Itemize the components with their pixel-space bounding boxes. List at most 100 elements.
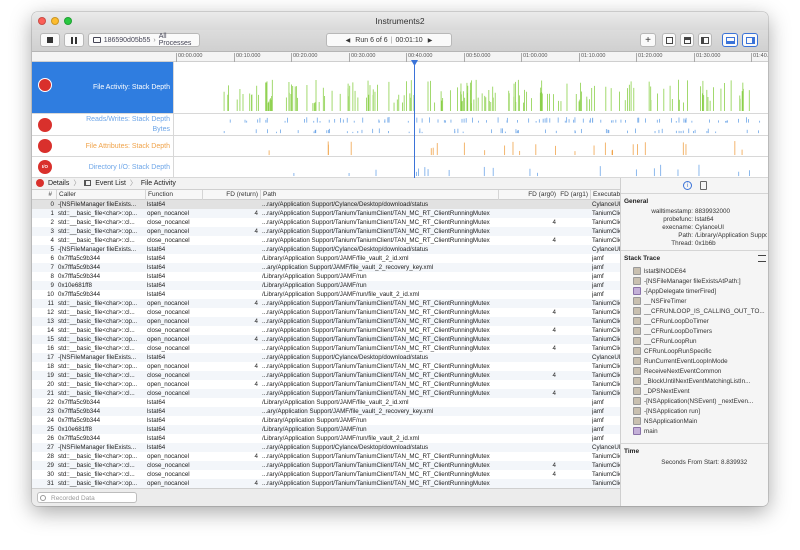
document-icon[interactable] [700, 181, 707, 190]
table-row[interactable]: 5 -[NSFileManager fileExists... lstat64...… [32, 245, 620, 254]
stack-frame[interactable]: -[NSFileManager fileExistsAtPath:] [633, 277, 767, 287]
table-row[interactable]: 22 0x7fffa5c9b344 lstat64/Library/Applicat… [32, 398, 620, 407]
table-row[interactable]: 3 std::__basic_file<char>::op... open_noca… [32, 227, 620, 236]
stop-button[interactable] [40, 33, 60, 47]
minimize-window-button[interactable] [51, 17, 59, 25]
pause-button[interactable] [64, 33, 84, 47]
track-header[interactable]: Reads/Writes: Stack Depth Bytes [32, 114, 174, 135]
nav-event-list[interactable]: Event List [95, 180, 126, 187]
table-row[interactable]: 10 0x7fffa5c9b344 lstat64/Library/Applicat… [32, 290, 620, 299]
track-header[interactable]: File Attributes: Stack Depth [32, 136, 174, 156]
table-row[interactable]: 27 -[NSFileManager fileExists... lstat64..… [32, 443, 620, 452]
table-row[interactable]: 8 0x7fffa5c9b344 lstat64/Library/Applicati… [32, 272, 620, 281]
strategy-button[interactable] [680, 33, 694, 47]
table-row[interactable]: 19 std::__basic_file<char>::cl... close_no… [32, 371, 620, 380]
table-row[interactable]: 24 0x7fffa5c9b344 lstat64/Library/Applicat… [32, 416, 620, 425]
zoom-window-button[interactable] [64, 17, 72, 25]
field-key: Thread: [671, 240, 693, 247]
table-row[interactable]: 4 std::__basic_file<char>::cl... close_noc… [32, 236, 620, 245]
next-run-icon[interactable]: ▶ [428, 37, 433, 44]
nav-details[interactable]: Details [48, 180, 69, 187]
directory-io-graph[interactable] [174, 157, 768, 177]
toggle-detail-pane-button[interactable] [722, 33, 738, 47]
table-row[interactable]: 17 -[NSFileManager fileExists... lstat64..… [32, 353, 620, 362]
track-directory-io[interactable]: I/O Directory I/O: Stack Depth [32, 157, 768, 178]
table-row[interactable]: 23 0x7fffa5c9b344 lstat64 ...ary/Applicatio… [32, 407, 620, 416]
collapse-stack-icon[interactable] [758, 255, 766, 262]
table-row[interactable]: 25 0x10e681ff8 lstat64/Library/Application… [32, 425, 620, 434]
stack-frame[interactable]: lstat$INODE64 [633, 267, 767, 277]
path-cell: ...rary/Application Support/Tanium/Taniu… [262, 210, 490, 217]
filter-input[interactable]: Recorded Data [37, 492, 137, 503]
table-row[interactable]: 31 std::__basic_file<char>::op... open_noc… [32, 479, 620, 488]
track-reads-writes[interactable]: Reads/Writes: Stack Depth Bytes [32, 114, 768, 136]
close-window-button[interactable] [38, 17, 46, 25]
table-row[interactable]: 30 std::__basic_file<char>::cl... close_no… [32, 470, 620, 479]
track-file-activity[interactable]: File Activity: Stack Depth [32, 62, 768, 114]
column-header-fd-arg1[interactable]: FD (arg1) [532, 190, 590, 200]
stack-frame[interactable]: main [633, 427, 767, 437]
stack-frame[interactable]: RunCurrentEventLoopInMode [633, 357, 767, 367]
table-row[interactable]: 7 0x7fffa5c9b344 lstat64 ...ary/Application… [32, 263, 620, 272]
stack-frame[interactable]: -[AppDelegate timerFired] [633, 287, 767, 297]
toggle-inspector-button[interactable] [742, 33, 758, 47]
table-row[interactable]: 12 std::__basic_file<char>::cl... close_no… [32, 308, 620, 317]
stack-frame[interactable]: -[NSApplication run] [633, 407, 767, 417]
library-icon [633, 387, 641, 396]
table-row[interactable]: 1 std::__basic_file<char>::op... open_noca… [32, 209, 620, 218]
column-header-fd-return[interactable]: FD (return) [202, 190, 260, 200]
stack-frame[interactable]: __CFRunLoopDoTimer [633, 317, 767, 327]
table-row[interactable]: 14 std::__basic_file<char>::cl... close_no… [32, 326, 620, 335]
event-table[interactable]: 0 -[NSFileManager fileExists... lstat64...… [32, 200, 620, 488]
stack-frame[interactable]: __CFRUNLOOP_IS_CALLING_OUT_TO... [633, 307, 767, 317]
column-header-num[interactable]: # [32, 190, 56, 200]
caller-cell: std::__basic_file<char>::cl... [58, 237, 135, 244]
file-activity-graph[interactable] [174, 62, 768, 113]
stack-frame[interactable]: _DPSNextEvent [633, 387, 767, 397]
table-row[interactable]: 18 std::__basic_file<char>::op... open_noc… [32, 362, 620, 371]
file-attributes-graph[interactable] [174, 136, 768, 156]
table-row[interactable]: 20 std::__basic_file<char>::op... open_noc… [32, 380, 620, 389]
table-row[interactable]: 9 0x10e681ff8 lstat64/Library/Application … [32, 281, 620, 290]
column-header-caller[interactable]: Caller [56, 190, 145, 200]
table-row[interactable]: 21 std::__basic_file<char>::cl... close_no… [32, 389, 620, 398]
table-row[interactable]: 13 std::__basic_file<char>::op... open_noc… [32, 317, 620, 326]
table-row[interactable]: 26 0x7fffa5c9b344 lstat64/Library/Applicat… [32, 434, 620, 443]
column-header-path[interactable]: Path [260, 190, 498, 200]
reads-writes-graph[interactable] [174, 114, 768, 135]
stack-frame[interactable]: NSApplicationMain [633, 417, 767, 427]
stack-frame[interactable]: _BlockUntilNextEventMatchingListIn... [633, 377, 767, 387]
stack-frame[interactable]: ReceiveNextEventCommon [633, 367, 767, 377]
stack-frame[interactable]: __NSFireTimer [633, 297, 767, 307]
table-row[interactable]: 16 std::__basic_file<char>::cl... close_no… [32, 344, 620, 353]
track-file-attributes[interactable]: File Attributes: Stack Depth [32, 136, 768, 157]
record-options-button[interactable] [662, 33, 676, 47]
stack-frame[interactable]: __CFRunLoopDoTimers [633, 327, 767, 337]
column-header-function[interactable]: Function [145, 190, 202, 200]
playhead[interactable] [414, 62, 415, 178]
table-row[interactable]: 15 std::__basic_file<char>::op... open_noc… [32, 335, 620, 344]
info-icon[interactable]: i [683, 181, 692, 190]
timeline-ruler[interactable]: 00:00.000 00:10.000 00:20.000 00:30.000 … [174, 52, 768, 62]
view-options-button[interactable] [698, 33, 712, 47]
add-instrument-button[interactable]: + [640, 33, 656, 47]
table-row[interactable]: 28 std::__basic_file<char>::op... open_noc… [32, 452, 620, 461]
table-row[interactable]: 11 std::__basic_file<char>::op... open_noc… [32, 299, 620, 308]
nav-file-activity[interactable]: File Activity [141, 180, 176, 187]
table-row[interactable]: 6 0x7fffa5c9b344 lstat64/Library/Applicati… [32, 254, 620, 263]
stack-frame[interactable]: __CFRunLoopRun [633, 337, 767, 347]
run-selector[interactable]: ◀ Run 6 of 6 | 00:01:10 ▶ [326, 33, 452, 47]
stack-frame[interactable]: -[NSApplication(NSEvent) _nextEven... [633, 397, 767, 407]
track-header[interactable]: File Activity: Stack Depth [32, 62, 174, 113]
track-header[interactable]: I/O Directory I/O: Stack Depth [32, 157, 174, 177]
fd-arg1-cell [534, 218, 588, 227]
time-value: 8.839932 [721, 459, 748, 466]
stack-frame[interactable]: CFRunLoopRunSpecific [633, 347, 767, 357]
table-row[interactable]: 2 std::__basic_file<char>::cl... close_noc… [32, 218, 620, 227]
previous-run-icon[interactable]: ◀ [346, 37, 351, 44]
executable-cell: TaniumClient [592, 237, 620, 244]
target-selector[interactable]: 186590d05b55 › All Processes [88, 33, 200, 47]
path-cell: ...rary/Application Support/Cylance/Desk… [262, 444, 429, 451]
table-row[interactable]: 29 std::__basic_file<char>::cl... close_no… [32, 461, 620, 470]
table-row[interactable]: 0 -[NSFileManager fileExists... lstat64...… [32, 200, 620, 209]
